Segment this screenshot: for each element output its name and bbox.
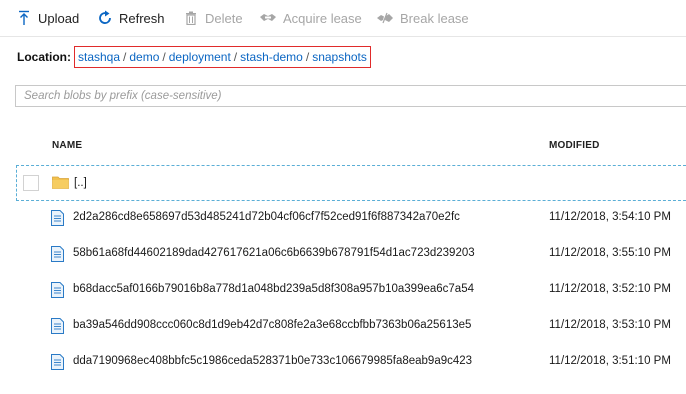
breadcrumb-snapshots[interactable]: snapshots: [312, 50, 367, 64]
file-icon: [51, 282, 67, 298]
file-icon: [51, 210, 67, 226]
acquire-lease-icon: [259, 10, 277, 26]
blob-name[interactable]: b68dacc5af0166b79016b8a778d1a048bd239a5d…: [73, 272, 474, 306]
breadcrumb-separator: /: [123, 50, 127, 64]
table-row[interactable]: b68dacc5af0166b79016b8a778d1a048bd239a5d…: [16, 272, 686, 308]
file-icon: [51, 354, 67, 370]
file-icon: [51, 246, 67, 262]
toolbar-divider: [0, 36, 686, 37]
breadcrumb-stash-demo[interactable]: stash-demo: [240, 50, 303, 64]
break-lease-button[interactable]: Break lease: [376, 0, 469, 36]
location-label: Location:: [17, 50, 71, 64]
column-header-modified[interactable]: MODIFIED: [549, 140, 600, 151]
blob-name[interactable]: 2d2a286cd8e658697d53d485241d72b04cf06cf7…: [73, 200, 460, 234]
blob-modified: 11/12/2018, 3:53:10 PM: [549, 319, 671, 331]
upload-label: Upload: [38, 10, 80, 26]
delete-button[interactable]: Delete: [183, 0, 243, 36]
breadcrumb-deployment[interactable]: deployment: [169, 50, 231, 64]
refresh-label: Refresh: [119, 10, 165, 26]
blob-modified: 11/12/2018, 3:52:10 PM: [549, 283, 671, 295]
acquire-lease-button[interactable]: Acquire lease: [259, 0, 362, 36]
blob-name[interactable]: dda7190968ec408bbfc5c1986ceda528371b0e73…: [73, 344, 472, 378]
parent-directory-row[interactable]: [..]: [16, 165, 686, 201]
delete-label: Delete: [205, 10, 243, 26]
breadcrumb-separator: /: [305, 50, 310, 64]
breadcrumb-separator: /: [233, 50, 238, 64]
location-bar: Location: stashqa / demo / deployment / …: [17, 46, 371, 68]
blob-modified: 11/12/2018, 3:51:10 PM: [549, 355, 671, 367]
table-row[interactable]: 2d2a286cd8e658697d53d485241d72b04cf06cf7…: [16, 200, 686, 236]
table-row[interactable]: 58b61a68fd44602189dad427617621a06c6b6639…: [16, 236, 686, 272]
acquire-lease-label: Acquire lease: [283, 10, 362, 26]
toolbar: Upload Refresh Delete Acquire lease Brea…: [0, 0, 686, 36]
row-checkbox[interactable]: [23, 175, 39, 191]
folder-icon: [52, 175, 69, 191]
breadcrumb-stashqa[interactable]: stashqa: [78, 50, 120, 64]
search-box: [15, 85, 686, 107]
break-lease-icon: [376, 10, 394, 26]
breadcrumb: stashqa / demo / deployment / stash-demo…: [74, 46, 371, 68]
break-lease-label: Break lease: [400, 10, 469, 26]
upload-button[interactable]: Upload: [16, 0, 79, 36]
blob-modified: 11/12/2018, 3:55:10 PM: [549, 247, 671, 259]
blob-name[interactable]: ba39a546dd908ccc060c8d1d9eb42d7c808fe2a3…: [73, 308, 471, 342]
table-row[interactable]: dda7190968ec408bbfc5c1986ceda528371b0e73…: [16, 344, 686, 380]
blob-modified: 11/12/2018, 3:54:10 PM: [549, 211, 671, 223]
trash-icon: [183, 10, 199, 26]
refresh-icon: [97, 10, 113, 26]
upload-icon: [16, 10, 32, 26]
refresh-button[interactable]: Refresh: [97, 0, 165, 36]
breadcrumb-demo[interactable]: demo: [129, 50, 159, 64]
parent-directory-name: [..]: [74, 177, 87, 189]
breadcrumb-separator: /: [162, 50, 166, 64]
file-icon: [51, 318, 67, 334]
search-input[interactable]: [16, 86, 686, 106]
table-row[interactable]: ba39a546dd908ccc060c8d1d9eb42d7c808fe2a3…: [16, 308, 686, 344]
column-header-name[interactable]: NAME: [52, 140, 82, 151]
blob-name[interactable]: 58b61a68fd44602189dad427617621a06c6b6639…: [73, 236, 475, 270]
